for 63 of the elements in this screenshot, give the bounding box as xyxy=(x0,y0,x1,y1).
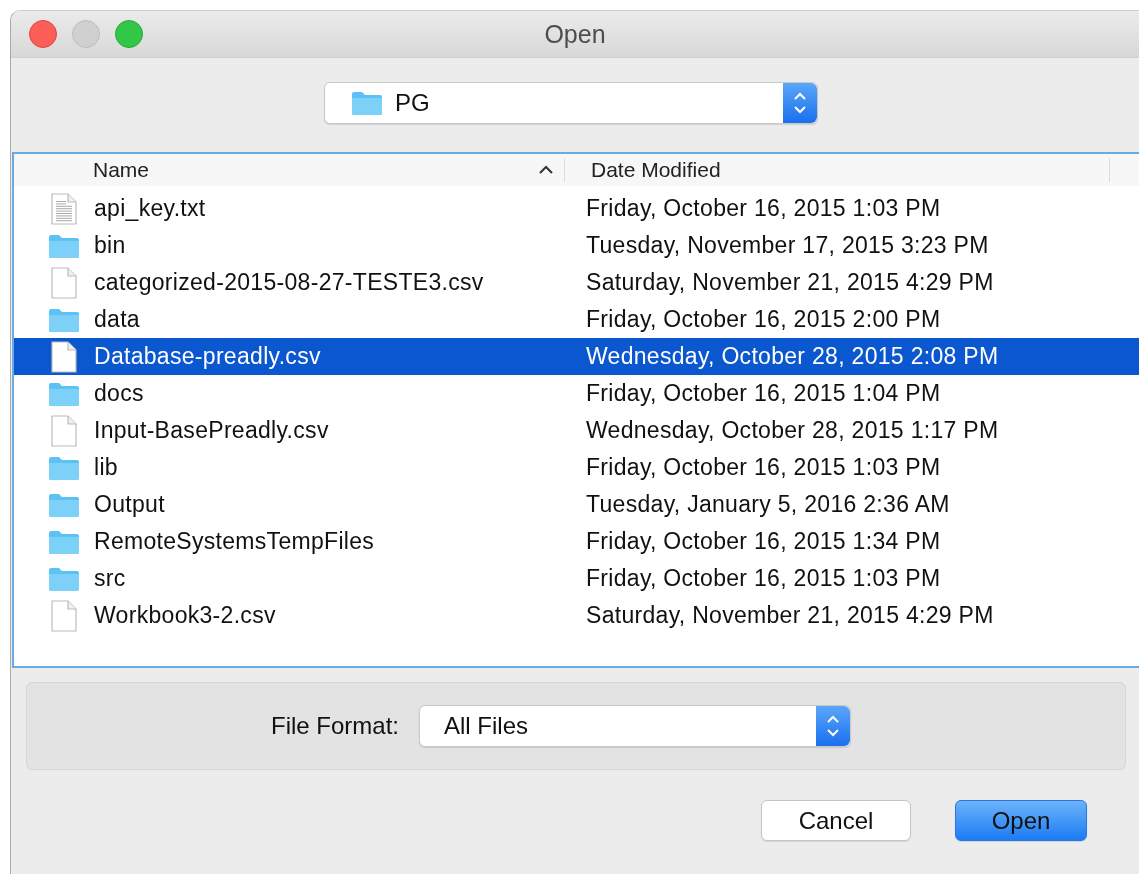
column-title[interactable]: Date Modified xyxy=(591,158,721,182)
file-name: api_key.txt xyxy=(94,195,206,222)
file-row[interactable]: RemoteSystemsTempFiles Friday, October 16, 2015 1:34 PM xyxy=(14,523,1139,560)
folder-icon xyxy=(48,380,80,407)
file-name: categorized-2015-08-27-TESTE3.csv xyxy=(94,269,484,296)
file-row[interactable]: api_key.txt Friday, October 16, 2015 1:03 PM xyxy=(14,190,1139,227)
date-modified: Friday, October 16, 2015 1:03 PM xyxy=(585,195,941,221)
date-modified: Friday, October 16, 2015 1:03 PM xyxy=(585,565,941,591)
folder-icon xyxy=(48,306,80,333)
default-button[interactable]: Open xyxy=(955,800,1087,841)
file-row[interactable]: categorized-2015-08-27-TESTE3.csv Saturday, November 21, 2015 4:29 PM xyxy=(14,264,1139,301)
stepper-icon xyxy=(816,706,850,746)
file-row[interactable]: src Friday, October 16, 2015 1:03 PM xyxy=(14,560,1139,597)
window-title: Open xyxy=(544,19,606,49)
file-name: Database-preadly.csv xyxy=(94,343,321,370)
file-name: lib xyxy=(94,454,118,481)
file-row[interactable]: Database-preadly.csv Wednesday, October 28, 2015 2:08 PM xyxy=(14,338,1139,375)
file-name: Workbook3-2.csv xyxy=(94,602,276,629)
file-row[interactable]: bin Tuesday, November 17, 2015 3:23 PM xyxy=(14,227,1139,264)
file-row[interactable]: Workbook3-2.csv Saturday, November 21, 2015 4:29 PM xyxy=(14,597,1139,634)
close-button[interactable] xyxy=(29,20,57,48)
date-modified: Saturday, November 21, 2015 4:29 PM xyxy=(585,269,994,295)
date-modified: Friday, October 16, 2015 2:00 PM xyxy=(585,306,941,332)
file-icon xyxy=(51,266,77,299)
folder-icon xyxy=(48,454,80,481)
file-name: Output xyxy=(94,491,165,518)
column-title[interactable]: Name xyxy=(93,158,150,182)
date-modified: Saturday, November 21, 2015 4:29 PM xyxy=(585,602,994,628)
date-modified: Friday, October 16, 2015 1:04 PM xyxy=(585,380,941,406)
date-modified: Wednesday, October 28, 2015 1:17 PM xyxy=(585,417,999,443)
date-modified: Friday, October 16, 2015 1:03 PM xyxy=(585,454,941,480)
folder-icon xyxy=(48,491,80,518)
location-popup[interactable]: PG xyxy=(324,82,818,124)
file-row[interactable]: docs Friday, October 16, 2015 1:04 PM xyxy=(14,375,1139,412)
file-name: Input-BasePreadly.csv xyxy=(94,417,329,444)
folder-icon xyxy=(351,90,383,116)
file-name: RemoteSystemsTempFiles xyxy=(94,528,375,555)
folder-icon xyxy=(48,565,80,592)
minimize-button[interactable] xyxy=(72,20,100,48)
stepper-icon xyxy=(783,83,817,123)
file-icon xyxy=(51,340,77,373)
format-label: File Format: xyxy=(271,712,399,740)
file-name: docs xyxy=(94,380,144,407)
file-name: src xyxy=(94,565,126,592)
file-icon xyxy=(51,414,77,447)
file-row[interactable]: lib Friday, October 16, 2015 1:03 PM xyxy=(14,449,1139,486)
folder-icon xyxy=(48,528,80,555)
dialog-button[interactable]: Cancel xyxy=(761,800,911,841)
file-row[interactable]: data Friday, October 16, 2015 2:00 PM xyxy=(14,301,1139,338)
file-name: bin xyxy=(94,232,126,259)
date-modified: Tuesday, January 5, 2016 2:36 AM xyxy=(585,491,950,517)
location-label: PG xyxy=(395,89,431,117)
folder-icon xyxy=(48,232,80,259)
file-row[interactable]: Input-BasePreadly.csv Wednesday, October 28, 2015 1:17 PM xyxy=(14,412,1139,449)
zoom-button[interactable] xyxy=(115,20,143,48)
date-modified: Friday, October 16, 2015 1:34 PM xyxy=(585,528,941,554)
date-modified: Wednesday, October 28, 2015 2:08 PM xyxy=(585,343,999,369)
text-file-icon xyxy=(51,192,77,225)
file-name: data xyxy=(94,306,140,333)
format-popup[interactable]: All Files xyxy=(419,705,851,747)
file-icon xyxy=(51,599,77,632)
date-modified: Tuesday, November 17, 2015 3:23 PM xyxy=(585,232,989,258)
file-row[interactable]: Output Tuesday, January 5, 2016 2:36 AM xyxy=(14,486,1139,523)
